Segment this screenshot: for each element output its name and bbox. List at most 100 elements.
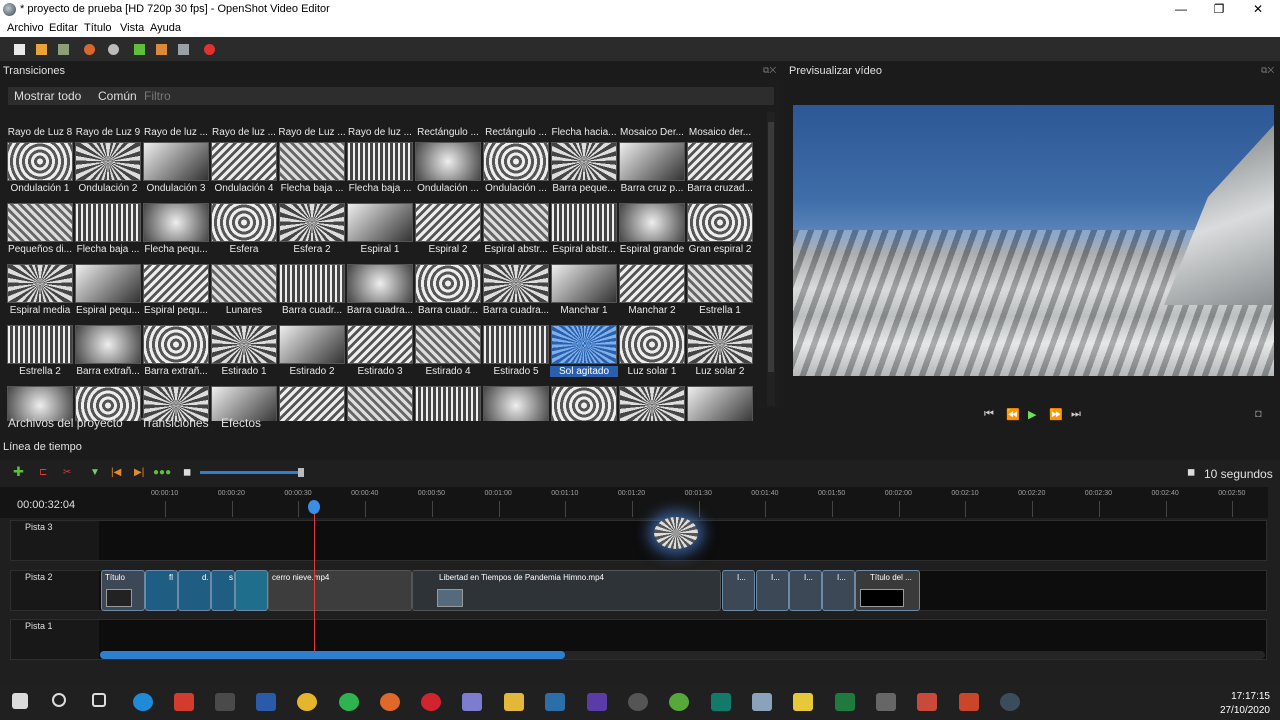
menu-vista[interactable]: Vista [120,22,144,34]
add-track-icon[interactable]: ✚ [13,464,24,480]
chrome-icon[interactable] [297,693,317,711]
app-icon[interactable] [174,693,194,711]
opera-icon[interactable] [421,693,441,711]
fullscreen-icon[interactable] [178,44,189,55]
filter-input[interactable]: Filtro [144,89,171,103]
clip[interactable]: I... [822,570,855,611]
transition-label: Rectángulo ... [485,127,547,138]
transition-thumbnail[interactable] [415,386,481,421]
maximize-button[interactable]: ❐ [1208,2,1230,16]
clip-cerro-nieve[interactable]: cerro nieve.mp4 [268,570,412,611]
whatsapp-icon[interactable] [339,693,359,711]
transition-thumbnail[interactable] [347,386,413,421]
timeline-scrollbar[interactable] [100,651,1265,659]
publisher-icon[interactable] [711,693,731,711]
clip[interactable]: d. [178,570,211,611]
new-project-icon[interactable] [14,44,25,55]
track-pista-3[interactable] [10,520,1267,561]
jump-start-icon[interactable]: ⏮ [984,408,994,421]
transition-thumbnail[interactable] [619,386,685,421]
zoom-out-icon[interactable]: ◼ [183,467,191,478]
camera-icon[interactable]: ◘ [1255,408,1262,420]
clip[interactable]: Título [101,570,145,611]
show-all-button[interactable]: Mostrar todo [14,89,81,103]
transition-thumbnail[interactable] [551,386,617,421]
clip[interactable] [235,570,268,611]
firefox-icon[interactable] [380,693,400,711]
clip-title: I... [804,573,813,582]
powerpoint-icon[interactable] [959,693,979,711]
close-button[interactable]: ✕ [1247,2,1269,16]
ruler-tick-line [965,501,967,517]
transition-thumbnail[interactable] [279,386,345,421]
scrollbar-thumb[interactable] [100,651,565,659]
tab-project-files[interactable]: Archivos del proyecto [8,416,123,430]
edge-icon[interactable] [133,693,153,711]
clip[interactable]: I... [722,570,755,611]
play-icon[interactable]: ▶ [1028,408,1036,421]
clip[interactable]: s [211,570,235,611]
menu-titulo[interactable]: Título [84,22,112,34]
undo-icon[interactable] [84,44,95,55]
rewind-icon[interactable]: ⏪ [1006,408,1020,421]
excel-icon[interactable] [835,693,855,711]
clip[interactable]: I... [789,570,822,611]
app-icon[interactable] [628,693,648,711]
center-timeline-icon[interactable]: ●●● [153,467,171,478]
zoom-slider-handle[interactable] [298,468,304,477]
dock-float-icon[interactable]: ⧉✕ [1261,65,1274,76]
tab-effects[interactable]: Efectos [221,416,261,430]
transition-thumbnail[interactable] [483,386,549,421]
clip-libertad[interactable]: Libertad en Tiempos de Pandemia Himno.mp… [412,570,721,611]
app-icon[interactable] [917,693,937,711]
store-icon[interactable] [215,693,235,711]
add-marker-icon[interactable]: ▼ [90,467,100,478]
razor-icon[interactable]: ✂ [63,467,71,478]
previous-marker-icon[interactable]: |◀ [111,467,121,478]
clip[interactable]: fl [145,570,178,611]
fast-forward-icon[interactable]: ⏩ [1049,408,1063,421]
jump-end-icon[interactable]: ⏭ [1071,408,1081,421]
transition-thumbnail [415,142,481,181]
app-icon[interactable] [669,693,689,711]
menu-archivo[interactable]: Archivo [7,22,44,34]
transitions-scrollbar[interactable] [767,112,775,406]
menu-editar[interactable]: Editar [49,22,78,34]
playhead-handle[interactable] [308,500,320,514]
minimize-button[interactable]: — [1170,2,1192,16]
app-icon[interactable] [876,693,896,711]
app-icon[interactable] [545,693,565,711]
sticky-notes-icon[interactable] [793,693,813,711]
transition-thumbnail [143,203,209,242]
transition-thumbnail [687,325,753,364]
calculator-icon[interactable] [752,693,772,711]
ruler-tick-line [1032,501,1034,517]
windows-start-icon[interactable] [12,693,28,709]
redo-icon[interactable] [108,44,119,55]
dock-float-icon[interactable]: ⧉✕ [763,65,776,76]
search-icon[interactable] [52,693,66,707]
task-view-icon[interactable] [92,693,106,707]
word-icon[interactable] [256,693,276,711]
transition-thumbnail[interactable] [687,386,753,421]
common-button[interactable]: Común [98,89,137,103]
open-project-icon[interactable] [36,44,47,55]
openshot-taskbar-icon[interactable] [1000,693,1020,711]
export-video-icon[interactable] [204,44,215,55]
app-icon[interactable] [462,693,482,711]
save-project-icon[interactable] [58,44,69,55]
clip-titulo-del[interactable]: Título del ... [855,570,920,611]
clip[interactable]: I... [756,570,789,611]
next-marker-icon[interactable]: ▶| [134,467,144,478]
import-files-icon[interactable] [134,44,145,55]
tab-transitions[interactable]: Transiciones [141,416,209,430]
menu-ayuda[interactable]: Ayuda [150,22,181,34]
app-icon[interactable] [587,693,607,711]
scrollbar-thumb[interactable] [768,122,774,372]
transitions-panel-title: Transiciones [3,65,65,77]
snap-icon[interactable]: ⊏ [39,467,47,478]
zoom-slider[interactable] [200,471,302,474]
transition-label: Ondulación 4 [214,183,274,194]
file-explorer-icon[interactable] [504,693,524,711]
choose-profile-icon[interactable] [156,44,167,55]
